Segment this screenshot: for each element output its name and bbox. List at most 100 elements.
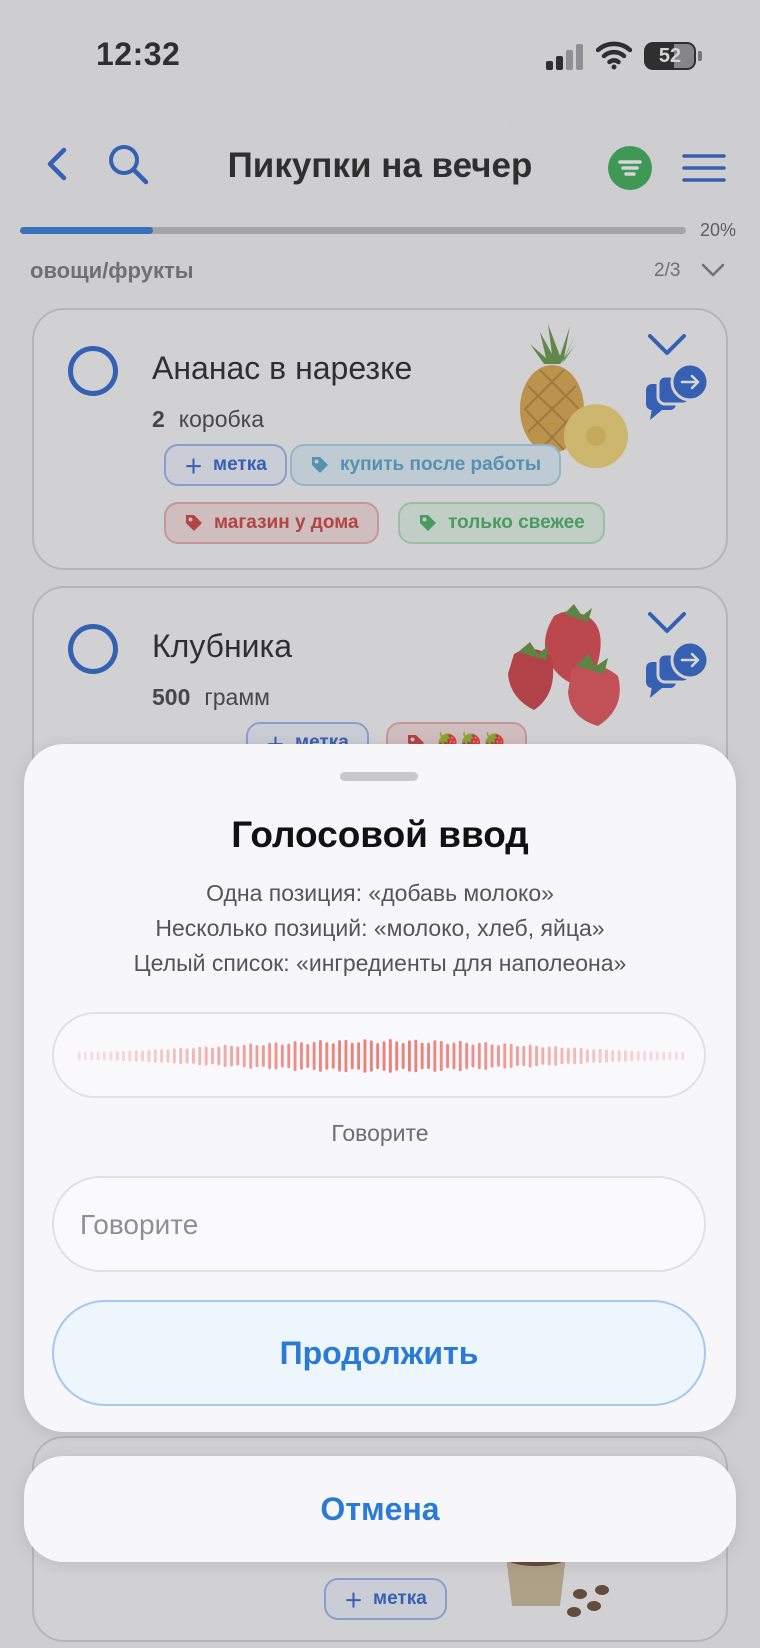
listening-status: Говорите — [331, 1120, 429, 1146]
audio-waveform — [52, 1012, 706, 1098]
sheet-title: Голосовой ввод — [231, 814, 529, 855]
waveform-bar — [497, 1045, 500, 1067]
waveform-bar — [655, 1051, 659, 1061]
waveform-bar — [211, 1047, 214, 1065]
waveform-bar — [535, 1045, 538, 1067]
sheet-grabber[interactable] — [340, 772, 418, 781]
waveform-bar — [115, 1051, 119, 1061]
waveform-bar — [662, 1051, 666, 1061]
waveform-bar — [547, 1046, 551, 1066]
waveform-bar — [624, 1050, 627, 1062]
waveform-bar — [388, 1039, 392, 1073]
waveform-bar — [280, 1044, 284, 1068]
waveform-bar — [605, 1049, 608, 1063]
waveform-bar — [287, 1043, 291, 1069]
waveform-bar — [255, 1045, 259, 1068]
waveform-bar — [636, 1051, 640, 1061]
waveform-bar — [134, 1050, 138, 1062]
waveform-bar — [528, 1044, 532, 1068]
waveform-bar — [96, 1051, 100, 1061]
waveform-bar — [268, 1042, 272, 1070]
waveform-bar — [503, 1043, 507, 1069]
waveform-bar — [363, 1039, 367, 1073]
waveform-bar — [236, 1046, 240, 1066]
waveform-bar — [433, 1040, 437, 1072]
waveform-bar — [261, 1045, 265, 1067]
waveform-bar — [427, 1042, 430, 1070]
waveform-bar — [541, 1047, 545, 1065]
waveform-bar — [522, 1045, 526, 1067]
transcript-field[interactable] — [52, 1176, 706, 1272]
waveform-bar — [585, 1049, 589, 1063]
waveform-bar — [420, 1042, 424, 1070]
transcript-input[interactable] — [80, 1200, 680, 1250]
waveform-bar — [293, 1041, 297, 1071]
waveform-bar — [458, 1040, 462, 1072]
waveform-bar — [369, 1040, 373, 1072]
waveform-bar — [668, 1051, 672, 1061]
waveform-bar — [198, 1046, 202, 1066]
waveform-bar — [401, 1043, 405, 1069]
waveform-bar — [338, 1040, 341, 1072]
continue-button[interactable]: Продолжить — [52, 1300, 706, 1406]
hint-single-item: Одна позиция: «добавь молоко» — [206, 880, 554, 906]
waveform-bar — [446, 1043, 449, 1069]
cancel-button[interactable]: Отмена — [24, 1456, 736, 1562]
waveform-bar — [471, 1044, 475, 1068]
waveform-bar — [166, 1049, 170, 1063]
waveform-bar — [147, 1050, 151, 1063]
waveform-bar — [249, 1043, 253, 1069]
waveform-bar — [484, 1042, 488, 1070]
waveform-bar — [160, 1049, 164, 1063]
waveform-bar — [611, 1050, 615, 1062]
waveform-bar — [331, 1043, 335, 1069]
waveform-bar — [643, 1051, 646, 1061]
waveform-bar — [344, 1039, 348, 1073]
waveform-bar — [414, 1039, 418, 1073]
waveform-bar — [77, 1052, 81, 1060]
waveform-bar — [350, 1042, 354, 1070]
waveform-bar — [128, 1050, 132, 1062]
waveform-bar — [465, 1042, 469, 1070]
waveform-bar — [141, 1050, 144, 1062]
waveform-bar — [185, 1048, 189, 1064]
waveform-bar — [179, 1047, 183, 1065]
hint-whole-list: Целый список: «ингредиенты для наполеона… — [133, 950, 627, 976]
waveform-bars — [77, 1039, 685, 1073]
waveform-bar — [300, 1042, 303, 1070]
waveform-bar — [325, 1042, 329, 1070]
waveform-bar — [516, 1046, 519, 1066]
waveform-bar — [674, 1051, 678, 1060]
waveform-bar — [90, 1051, 94, 1061]
waveform-bar — [204, 1046, 208, 1066]
waveform-bar — [357, 1042, 361, 1070]
waveform-bar — [153, 1049, 157, 1063]
waveform-bar — [617, 1050, 621, 1062]
waveform-bar — [172, 1048, 176, 1064]
waveform-bar — [408, 1040, 411, 1072]
waveform-bar — [306, 1044, 310, 1068]
waveform-bar — [573, 1047, 577, 1065]
waveform-bar — [103, 1051, 106, 1061]
waveform-bar — [395, 1041, 399, 1071]
waveform-bar — [83, 1051, 87, 1060]
waveform-bar — [319, 1040, 322, 1072]
waveform-bar — [274, 1042, 278, 1070]
hint-multiple-items: Несколько позиций: «молоко, хлеб, яйца» — [155, 915, 605, 941]
waveform-bar — [649, 1051, 653, 1061]
waveform-bar — [122, 1051, 125, 1061]
waveform-bar — [490, 1044, 494, 1068]
waveform-bar — [439, 1041, 443, 1071]
waveform-bar — [579, 1047, 583, 1065]
waveform-bar — [109, 1051, 113, 1061]
waveform-bar — [192, 1048, 195, 1064]
waveform-bar — [681, 1052, 685, 1060]
waveform-bar — [554, 1046, 558, 1066]
waveform-bar — [630, 1050, 634, 1062]
waveform-bar — [382, 1041, 386, 1071]
voice-input-sheet: Голосовой ввод Одна позиция: «добавь мол… — [24, 744, 736, 1432]
waveform-bar — [376, 1043, 380, 1070]
waveform-bar — [230, 1045, 233, 1067]
waveform-bar — [598, 1048, 602, 1064]
waveform-bar — [217, 1046, 221, 1066]
